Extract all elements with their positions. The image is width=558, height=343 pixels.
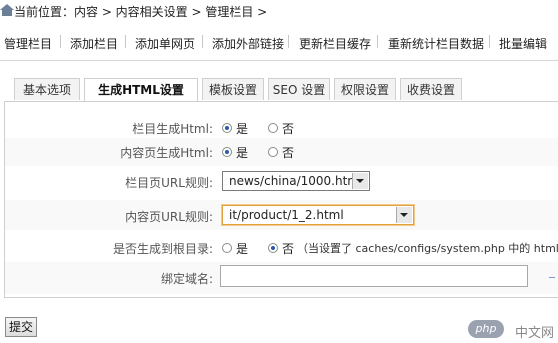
submit-button[interactable]: 提交 [5, 317, 38, 337]
radio-root-dir-no[interactable] [268, 243, 278, 253]
breadcrumb-text: 当前位置：内容 > 内容相关设置 > 管理栏目 > [14, 5, 268, 19]
divider [0, 60, 558, 61]
nav-separator [125, 35, 126, 48]
tab-permissions[interactable]: 权限设置 [334, 78, 396, 100]
help-dash [549, 277, 555, 278]
select-value: it/product/1_2.html [229, 208, 344, 222]
php-logo: php [468, 320, 504, 338]
nav-separator [377, 35, 378, 48]
radio-root-dir-yes[interactable] [222, 243, 232, 253]
select-category-url-rule[interactable]: news/china/1000.html [222, 171, 370, 191]
label-bind-domain: 绑定域名: [160, 272, 213, 286]
nav-batch-edit[interactable]: 批量编辑 [499, 35, 547, 52]
label-content-html: 内容页生成Html: [120, 146, 213, 160]
breadcrumb: 当前位置：内容 > 内容相关设置 > 管理栏目 > [0, 0, 558, 24]
option-no: 否 [282, 146, 295, 160]
option-yes: 是 [236, 146, 249, 160]
chevron-down-icon [396, 207, 412, 223]
nav-add-category[interactable]: 添加栏目 [70, 35, 118, 52]
tab-template[interactable]: 模板设置 [202, 78, 264, 100]
nav-separator [288, 35, 289, 48]
row-content-html: 内容页生成Html: 是 否 [5, 138, 558, 166]
select-value: news/china/1000.html [229, 174, 363, 188]
nav-separator [489, 35, 490, 48]
label-category-html: 栏目生成Html: [132, 122, 213, 136]
select-content-url-rule[interactable]: it/product/1_2.html [222, 205, 414, 225]
option-no: 否 [282, 122, 295, 136]
label-category-url-rule: 栏目页URL规则: [125, 176, 213, 190]
top-nav: 管理栏目 添加栏目 添加单网页 添加外部链接 更新栏目缓存 重新统计栏目数据 批… [0, 32, 558, 54]
nav-update-cache[interactable]: 更新栏目缓存 [299, 35, 371, 52]
nav-separator [60, 35, 61, 48]
root-dir-note: （当设置了 caches/configs/system.php 中的 html_ [297, 242, 558, 255]
tab-html-settings[interactable]: 生成HTML设置 [84, 78, 198, 102]
nav-add-single-page[interactable]: 添加单网页 [135, 35, 195, 52]
watermark-text: 中文网 [514, 326, 554, 341]
chevron-down-icon [352, 173, 368, 189]
nav-recount-data[interactable]: 重新统计栏目数据 [388, 35, 484, 52]
nav-manage-category[interactable]: 管理栏目 [4, 35, 52, 52]
label-root-dir: 是否生成到根目录: [112, 242, 213, 256]
home-icon [0, 4, 14, 16]
radio-category-html-yes[interactable] [222, 123, 232, 133]
tab-basic[interactable]: 基本选项 [14, 78, 80, 100]
radio-content-html-yes[interactable] [222, 147, 232, 157]
nav-add-external-link[interactable]: 添加外部链接 [212, 35, 284, 52]
row-content-url: 内容页URL规则: it/product/1_2.html [5, 200, 558, 230]
tab-charges[interactable]: 收费设置 [400, 78, 462, 100]
option-yes: 是 [236, 122, 249, 136]
option-no: 否 [282, 242, 295, 256]
row-category-url: 栏目页URL规则: news/china/1000.html [5, 168, 558, 196]
bind-domain-input[interactable] [220, 265, 528, 287]
label-content-url-rule: 内容页URL规则: [125, 210, 213, 224]
tab-seo[interactable]: SEO 设置 [268, 78, 330, 100]
nav-separator [202, 35, 203, 48]
row-root-dir: 是否生成到根目录: 是 否 （当设置了 caches/configs/syste… [5, 234, 558, 262]
settings-panel: 栏目生成Html: 是 否 内容页生成Html: 是 否 栏目页URL规则: n… [4, 101, 558, 298]
radio-category-html-no[interactable] [268, 123, 278, 133]
radio-content-html-no[interactable] [268, 147, 278, 157]
option-yes: 是 [236, 242, 249, 256]
row-bind-domain: 绑定域名: [5, 262, 558, 294]
